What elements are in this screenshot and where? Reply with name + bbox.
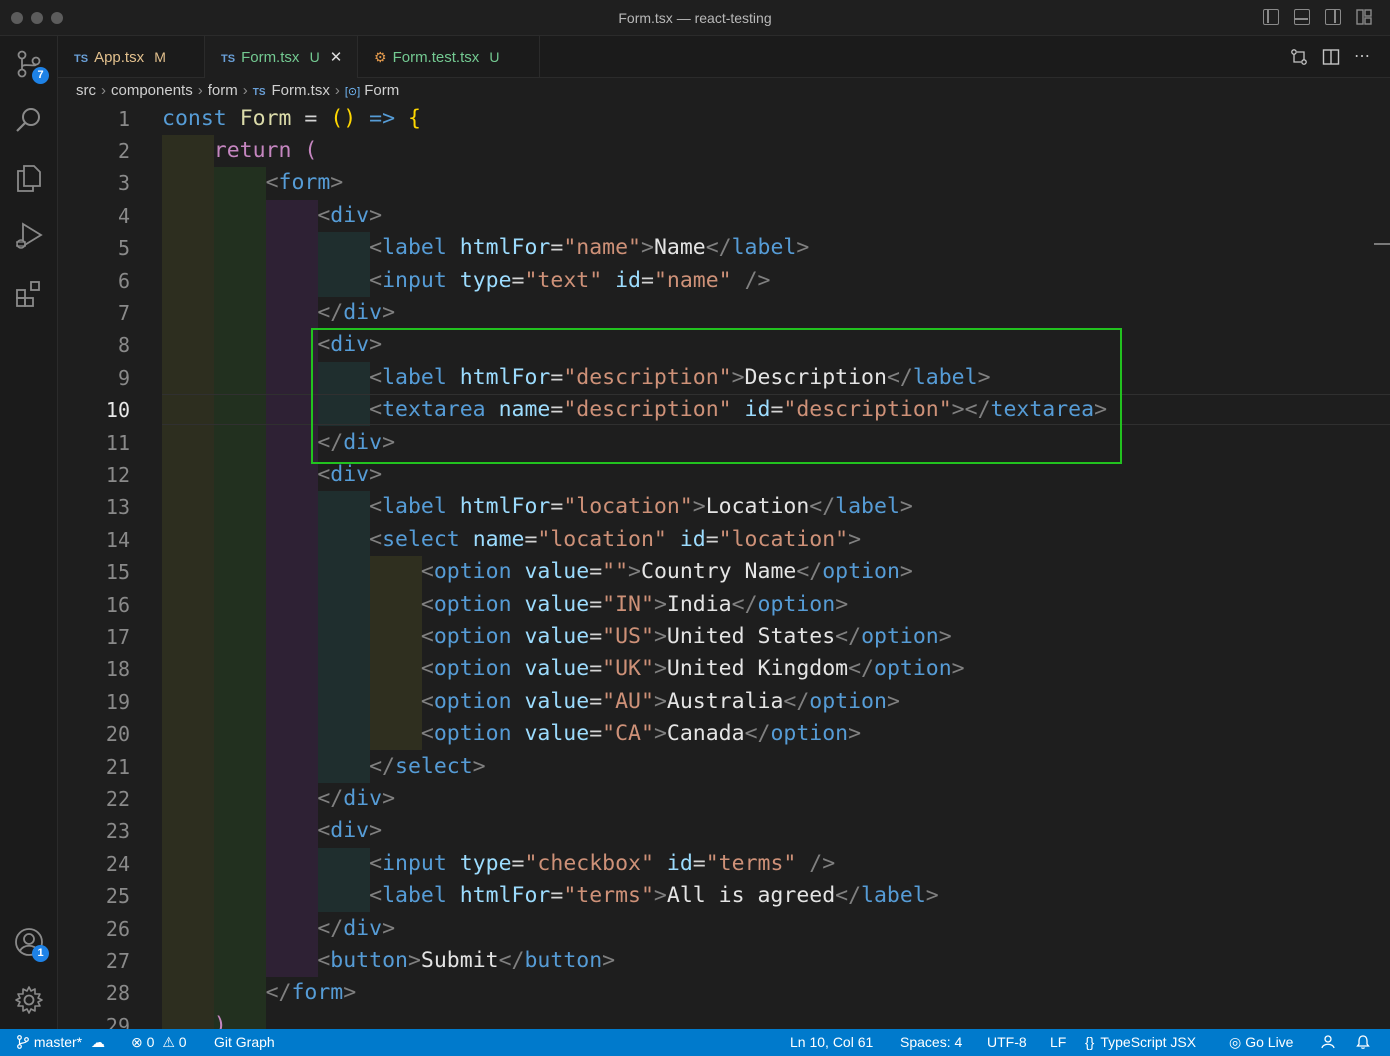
toggle-panel-icon[interactable] xyxy=(1294,9,1310,25)
toggle-secondary-sidebar-icon[interactable] xyxy=(1325,9,1341,25)
braces-icon: {} xyxy=(1085,1034,1095,1050)
error-count: 0 xyxy=(146,1034,155,1050)
notifications-bell-icon[interactable] xyxy=(1355,1029,1371,1056)
status-bar: master* ☁ ⊗ 0 ⚠ 0 Git Graph Ln 10, Col 6… xyxy=(0,1029,1390,1056)
typescript-file-icon: TS xyxy=(74,53,89,65)
code-line[interactable]: </div> xyxy=(58,297,395,329)
chevron-right-icon: › xyxy=(242,82,248,99)
split-editor-icon[interactable] xyxy=(1319,36,1343,78)
code-line[interactable]: <form> xyxy=(58,167,344,199)
code-line[interactable]: <label htmlFor="name">Name</label> xyxy=(58,232,809,264)
search-icon[interactable] xyxy=(13,104,45,136)
extensions-icon[interactable] xyxy=(13,278,45,310)
symbol-variable-icon: [⊙] xyxy=(344,86,361,98)
code-line[interactable]: </form> xyxy=(58,977,357,1009)
toggle-primary-sidebar-icon[interactable] xyxy=(1263,9,1279,25)
code-line[interactable]: const Form = () => { xyxy=(58,103,421,135)
source-control-icon[interactable]: 7 xyxy=(13,48,49,84)
code-line[interactable]: <label htmlFor="location">Location</labe… xyxy=(58,491,913,523)
typescript-file-icon: TS xyxy=(221,53,236,65)
warning-icon: ⚠ xyxy=(162,1034,175,1050)
tab-status: M xyxy=(154,49,166,65)
feedback-icon[interactable] xyxy=(1320,1029,1336,1056)
activity-bar: 7 1 xyxy=(0,36,58,1029)
go-live-button[interactable]: ◎ Go Live xyxy=(1229,1029,1293,1056)
code-line[interactable]: <button>Submit</button> xyxy=(58,945,615,977)
tab-label: Form.test.tsx xyxy=(392,49,480,66)
code-line[interactable]: <option value="US">United States</option… xyxy=(58,621,952,653)
code-line[interactable]: <option value="AU">Australia</option> xyxy=(58,686,900,718)
breadcrumb: src › components › form › TS Form.tsx › [⊙] Form xyxy=(76,80,399,102)
problems-item[interactable]: ⊗ 0 ⚠ 0 xyxy=(131,1029,187,1056)
typescript-file-icon: TS xyxy=(252,87,266,98)
open-changes-icon[interactable] xyxy=(1287,36,1311,78)
language-label: TypeScript JSX xyxy=(1100,1034,1197,1050)
code-line[interactable]: <select name="location" id="location"> xyxy=(58,524,861,556)
error-icon: ⊗ xyxy=(131,1034,143,1050)
git-branch-icon xyxy=(17,1035,29,1049)
code-line[interactable]: <div> xyxy=(58,815,382,847)
code-line[interactable]: return ( xyxy=(58,135,318,167)
branch-name: master* xyxy=(33,1034,83,1050)
sync-cloud-icon[interactable]: ☁ xyxy=(91,1034,105,1050)
title-bar: Form.tsx — react-testing xyxy=(0,0,1390,36)
cursor-position[interactable]: Ln 10, Col 61 xyxy=(790,1029,873,1056)
tab-label: Form.tsx xyxy=(241,49,300,66)
end-of-line-setting[interactable]: LF xyxy=(1050,1029,1066,1056)
close-tab-icon[interactable]: ✕ xyxy=(330,49,343,66)
code-line[interactable]: <option value="IN">India</option> xyxy=(58,589,848,621)
customize-layout-icon[interactable] xyxy=(1356,9,1372,25)
code-line[interactable]: ) xyxy=(58,1010,227,1029)
window-title: Form.tsx — react-testing xyxy=(618,10,772,26)
breadcrumb-form-folder[interactable]: form xyxy=(208,82,238,99)
warning-count: 0 xyxy=(178,1034,187,1050)
more-actions-icon[interactable]: ⋯ xyxy=(1350,36,1374,78)
code-line[interactable]: <option value="CA">Canada</option> xyxy=(58,718,861,750)
code-line[interactable]: <div> xyxy=(58,200,382,232)
code-line[interactable]: </div> xyxy=(58,783,395,815)
code-line[interactable]: <option value="">Country Name</option> xyxy=(58,556,913,588)
run-and-debug-icon[interactable] xyxy=(13,220,45,252)
code-line[interactable]: <option value="UK">United Kingdom</optio… xyxy=(58,653,965,685)
editor-tab-bar: TS App.tsx M TS Form.tsx U ✕ ⚙ Form.test.tsx… xyxy=(58,36,1390,78)
git-graph-button[interactable]: Git Graph xyxy=(214,1029,275,1056)
code-line[interactable]: <label htmlFor="terms">All is agreed</la… xyxy=(58,880,939,912)
encoding-setting[interactable]: UTF-8 xyxy=(987,1029,1027,1056)
breadcrumb-file[interactable]: Form.tsx xyxy=(272,82,330,99)
explorer-icon[interactable] xyxy=(13,162,45,194)
accounts-badge: 1 xyxy=(32,945,49,962)
tab-status: U xyxy=(309,49,320,65)
code-line[interactable]: <input type="text" id="name" /> xyxy=(58,265,770,297)
tab-form-tsx[interactable]: TS Form.tsx U ✕ xyxy=(205,36,358,78)
chevron-right-icon: › xyxy=(197,82,203,99)
tab-label: App.tsx xyxy=(94,49,145,66)
test-file-gear-icon: ⚙ xyxy=(374,49,387,65)
tab-status: U xyxy=(489,49,500,65)
language-mode[interactable]: {} TypeScript JSX xyxy=(1085,1029,1196,1056)
tab-form-test-tsx[interactable]: ⚙ Form.test.tsx U xyxy=(358,36,540,78)
go-live-label: Go Live xyxy=(1245,1034,1294,1050)
broadcast-icon: ◎ xyxy=(1229,1034,1242,1050)
code-line[interactable]: </div> xyxy=(58,913,395,945)
tab-app-tsx[interactable]: TS App.tsx M xyxy=(58,36,205,78)
breadcrumb-src[interactable]: src xyxy=(76,82,96,99)
code-line[interactable]: </select> xyxy=(58,751,486,783)
annotation-highlight-box xyxy=(311,328,1122,464)
chevron-right-icon: › xyxy=(101,82,106,99)
breadcrumb-components[interactable]: components xyxy=(111,82,193,99)
source-control-badge: 7 xyxy=(32,67,49,84)
indentation-setting[interactable]: Spaces: 4 xyxy=(900,1029,962,1056)
chevron-right-icon: › xyxy=(334,82,340,99)
code-line[interactable]: <input type="checkbox" id="terms" /> xyxy=(58,848,835,880)
breadcrumb-symbol[interactable]: Form xyxy=(364,82,399,99)
git-branch-item[interactable]: master* ☁ xyxy=(16,1029,105,1056)
accounts-icon[interactable]: 1 xyxy=(13,926,49,962)
manage-gear-icon[interactable] xyxy=(13,984,45,1016)
scrollbar-marker[interactable] xyxy=(1374,243,1390,245)
code-editor[interactable]: 1 2 3 4 5 6 7 8 9 10 11 12 13 14 15 16 17 18 19 20 21 22 23 24 2… xyxy=(58,102,1390,1029)
